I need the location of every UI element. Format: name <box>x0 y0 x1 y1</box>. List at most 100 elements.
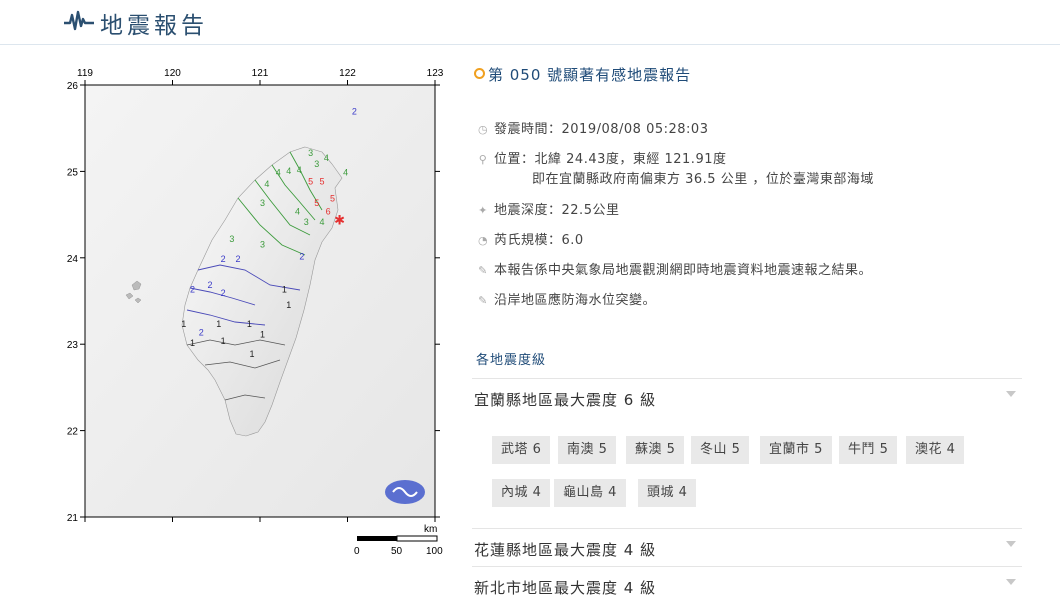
intensity-map: 119 120 121 122 123 26 25 24 23 22 21 233444443443… <box>60 60 460 560</box>
intensity-marker: 1 <box>250 349 255 359</box>
county-row-label: 新北市地區最大震度 4 級 <box>474 579 657 597</box>
town-badge: 蘇澳 5 <box>626 436 685 464</box>
origin-time-value: 2019/08/08 05:28:03 <box>561 122 709 137</box>
intensity-marker: 5 <box>330 194 335 204</box>
intensity-marker: 1 <box>221 336 226 346</box>
town-badge: 頭城 4 <box>638 479 697 507</box>
lat-tick-label: 22 <box>67 427 79 438</box>
intensity-marker: 1 <box>260 329 265 339</box>
scale-bar: km 0 50 100 <box>354 524 443 557</box>
report-title: 第 050 號顯著有感地震報告 <box>474 64 691 85</box>
intensity-marker: 1 <box>216 319 221 329</box>
note-row-2: ✎ 沿岸地區應防海水位突變。 <box>476 289 656 308</box>
lon-tick-label: 123 <box>427 68 444 79</box>
intensity-marker: 1 <box>286 300 291 310</box>
town-badge: 龜山島 4 <box>554 479 626 507</box>
town-badge: 冬山 5 <box>691 436 750 464</box>
depth-row: ✦ 地震深度：22.5公里 <box>476 199 619 218</box>
intensity-marker: 2 <box>221 254 226 264</box>
county-row-hualien[interactable]: 花蓮縣地區最大震度 4 級 <box>472 528 1022 567</box>
intensity-marker: 3 <box>260 239 265 249</box>
clock-icon: ◷ <box>477 123 489 136</box>
intensity-marker: 3 <box>314 159 319 169</box>
intensity-map-canvas: 119 120 121 122 123262524232221 233444443443… <box>67 68 444 557</box>
lon-tick-label: 119 <box>77 68 93 79</box>
intensity-marker: 2 <box>199 328 204 338</box>
intensity-marker: 4 <box>343 168 348 178</box>
intensity-marker: 5 <box>308 176 313 186</box>
intensity-marker: 4 <box>276 168 281 178</box>
location-pin-icon: ⚲ <box>478 153 488 166</box>
epicenter-star: ✱ <box>334 214 345 229</box>
intensity-marker: 1 <box>247 319 252 329</box>
intensity-marker: 1 <box>181 319 186 329</box>
depth-value: 22.5公里 <box>561 203 620 218</box>
report-title-text: 第 050 號顯著有感地震報告 <box>488 66 692 84</box>
intensity-marker: 4 <box>295 207 300 217</box>
town-badge: 宜蘭市 5 <box>760 436 832 464</box>
magnitude-value: 6.0 <box>561 233 584 248</box>
depth-icon: ✦ <box>478 204 488 217</box>
lat-tick-label: 25 <box>67 167 79 178</box>
intensity-marker: 1 <box>190 338 195 348</box>
magnitude-row: ◔ 芮氏規模：6.0 <box>477 233 584 248</box>
intensity-marker: 2 <box>352 106 357 116</box>
intensity-marker: 4 <box>286 166 291 176</box>
origin-time-row: ◷ 發震時間：2019/08/08 05:28:03 <box>477 122 709 137</box>
town-badge: 武塔 6 <box>492 436 551 464</box>
intensity-marker: 6 <box>326 207 331 217</box>
intensity-marker: 2 <box>208 280 213 290</box>
seismograph-icon <box>64 10 94 31</box>
lat-tick-label: 21 <box>67 513 79 524</box>
intensity-marker: 3 <box>308 148 313 158</box>
intensity-marker: 5 <box>320 176 325 186</box>
lat-tick-label: 26 <box>67 81 79 92</box>
intensity-marker: 3 <box>304 217 309 227</box>
lat-tick-label: 23 <box>67 340 79 351</box>
town-badge: 南澳 5 <box>558 436 617 464</box>
lon-tick-label: 121 <box>252 68 269 79</box>
intensity-marker: 2 <box>236 254 241 264</box>
intensity-marker: 5 <box>314 198 319 208</box>
pen-icon: ✎ <box>478 294 488 307</box>
bullet-icon <box>474 68 485 79</box>
magnitude-icon: ◔ <box>477 234 489 247</box>
chevron-down-icon[interactable] <box>1006 579 1016 585</box>
intensity-marker: 4 <box>264 179 269 189</box>
town-badge: 內城 4 <box>492 479 551 507</box>
intensity-marker: 2 <box>221 288 226 298</box>
lon-tick-label: 122 <box>339 68 356 79</box>
scale-label-50: 50 <box>391 546 403 557</box>
location-value: 北緯 24.43度，東經 121.91度 <box>534 152 727 167</box>
town-badge: 牛鬥 5 <box>839 436 898 464</box>
location-description: 即在宜蘭縣政府南偏東方 36.5 公里 ，位於臺灣東部海域 <box>532 172 874 187</box>
county-row-yilan[interactable]: 宜蘭縣地區最大震度 6 級 <box>472 378 1022 417</box>
scale-unit: km <box>424 524 437 535</box>
cwb-logo <box>385 480 425 504</box>
intensity-marker: 1 <box>282 284 287 294</box>
intensity-marker: 3 <box>229 234 234 244</box>
chevron-down-icon[interactable] <box>1006 541 1016 547</box>
intensity-marker: 4 <box>297 165 302 175</box>
scale-label-0: 0 <box>354 546 360 557</box>
note-row-1: ✎ 本報告係中央氣象局地震觀測網即時地震資料地震速報之結果。 <box>476 259 872 278</box>
intensity-marker: 4 <box>324 153 329 163</box>
lon-tick-label: 120 <box>164 68 181 79</box>
intensity-marker: 2 <box>299 252 304 262</box>
intensity-marker: 3 <box>260 198 265 208</box>
county-row-new-taipei[interactable]: 新北市地區最大震度 4 級 <box>472 566 1022 605</box>
scale-label-100: 100 <box>426 546 443 557</box>
county-row-label: 花蓮縣地區最大震度 4 級 <box>474 541 657 559</box>
page-title: 地震報告 <box>100 13 208 39</box>
county-row-label: 宜蘭縣地區最大震度 6 級 <box>474 391 657 409</box>
intensity-section-title: 各地震度級 <box>476 353 547 368</box>
epicenter-marker: ✱ <box>334 214 345 229</box>
pen-icon: ✎ <box>478 264 488 277</box>
intensity-marker: 4 <box>320 217 325 227</box>
site-header: 地震報告 <box>0 0 1060 45</box>
town-badge: 澳花 4 <box>906 436 965 464</box>
intensity-marker: 2 <box>190 284 195 294</box>
location-row: ⚲ 位置：北緯 24.43度，東經 121.91度 <box>476 148 726 167</box>
chevron-down-icon[interactable] <box>1006 391 1016 397</box>
lat-tick-label: 24 <box>67 254 79 265</box>
